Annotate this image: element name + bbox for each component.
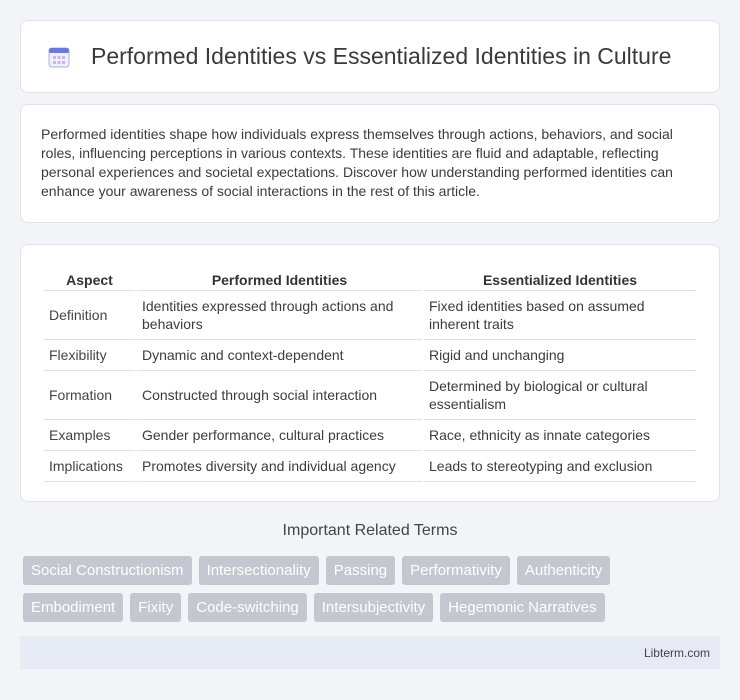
table-cell: Fixed identities based on assumed inhere… [424,291,696,340]
related-term-tag[interactable]: Fixity [130,593,182,622]
table-cell: Determined by biological or cultural ess… [424,371,696,420]
comparison-table-card: Aspect Performed Identities Essentialize… [20,244,720,502]
calendar-icon [47,45,71,69]
related-term-tag[interactable]: Code-switching [188,593,307,622]
related-term-tag[interactable]: Embodiment [23,593,124,622]
intro-card: Performed identities shape how individua… [20,104,720,223]
footer-site-link[interactable]: Libterm.com [644,646,710,660]
table-cell: Implications [44,451,135,482]
table-cell: Identities expressed through actions and… [137,291,422,340]
related-term-tag[interactable]: Social Constructionism [23,556,192,585]
table-row: Implications Promotes diversity and indi… [44,451,696,482]
related-terms-list: Social Constructionism Intersectionality… [23,556,723,630]
table-cell: Examples [44,420,135,451]
table-header-row: Aspect Performed Identities Essentialize… [44,265,696,291]
table-row: Flexibility Dynamic and context-dependen… [44,340,696,371]
related-term-tag[interactable]: Hegemonic Narratives [440,593,605,622]
column-header: Aspect [44,265,135,291]
related-term-tag[interactable]: Authenticity [516,556,611,585]
table-cell: Formation [44,371,135,420]
table-cell: Dynamic and context-dependent [137,340,422,371]
table-cell: Rigid and unchanging [424,340,696,371]
footer: Libterm.com [20,636,720,669]
header-card: Performed Identities vs Essentialized Id… [20,20,720,93]
column-header: Performed Identities [137,265,422,291]
table-cell: Definition [44,291,135,340]
comparison-table: Aspect Performed Identities Essentialize… [42,265,698,482]
table-row: Definition Identities expressed through … [44,291,696,340]
table-cell: Race, ethnicity as innate categories [424,420,696,451]
table-cell: Gender performance, cultural practices [137,420,422,451]
page-title: Performed Identities vs Essentialized Id… [91,43,672,69]
table-cell: Constructed through social interaction [137,371,422,420]
related-terms-title: Important Related Terms [282,522,458,539]
related-term-tag[interactable]: Performativity [402,556,510,585]
related-term-tag[interactable]: Intersectionality [198,556,319,585]
table-cell: Leads to stereotyping and exclusion [424,451,696,482]
related-term-tag[interactable]: Passing [325,556,396,585]
table-cell: Flexibility [44,340,135,371]
table-cell: Promotes diversity and individual agency [137,451,422,482]
table-row: Examples Gender performance, cultural pr… [44,420,696,451]
table-row: Formation Constructed through social int… [44,371,696,420]
column-header: Essentialized Identities [424,265,696,291]
intro-text: Performed identities shape how individua… [41,126,673,199]
related-term-tag[interactable]: Intersubjectivity [313,593,434,622]
